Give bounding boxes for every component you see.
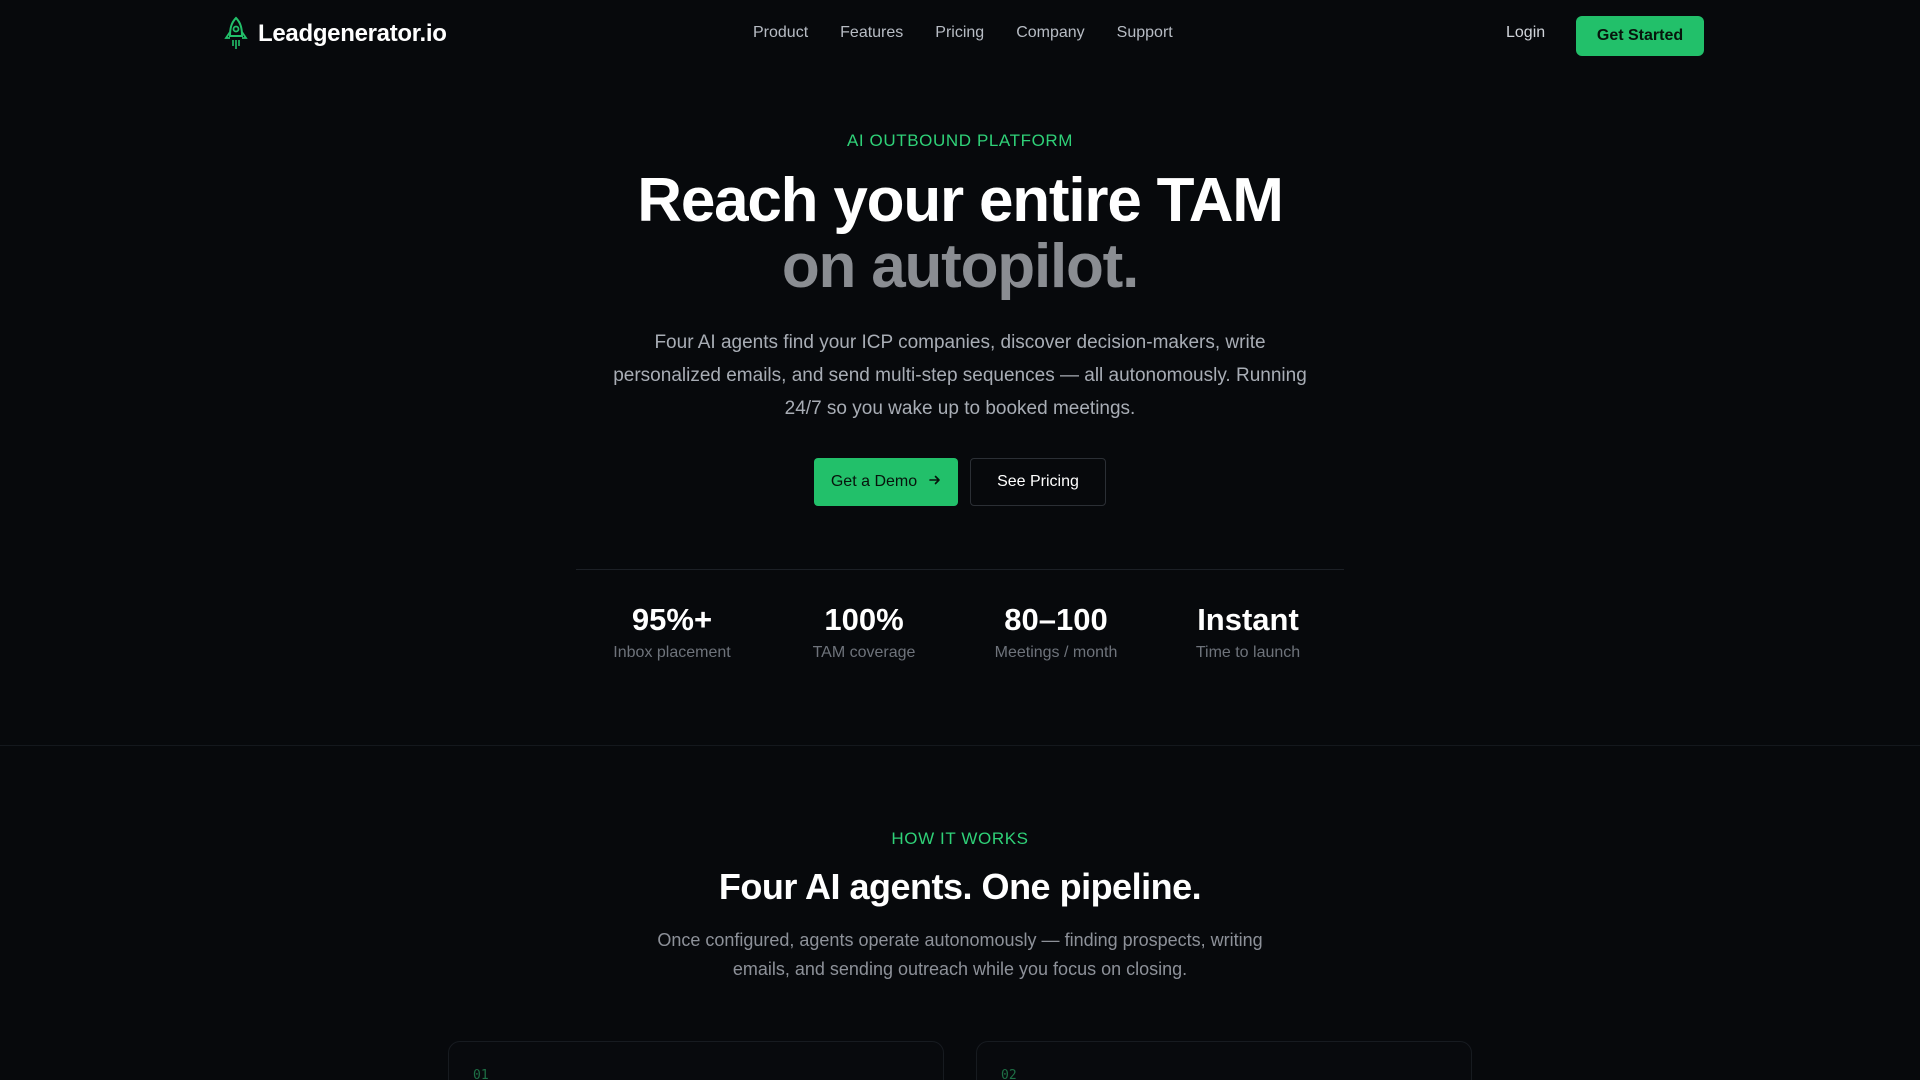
card-number: 01 — [473, 1068, 489, 1080]
stat-value: 95%+ — [631, 602, 713, 637]
hero-divider — [576, 569, 1344, 570]
nav-link-pricing[interactable]: Pricing — [935, 24, 984, 42]
stat-label: Meetings / month — [994, 644, 1118, 661]
get-demo-label: Get a Demo — [830, 473, 918, 490]
nav-links: Product Features Pricing Company Support — [753, 24, 1173, 42]
see-pricing-button[interactable]: See Pricing — [970, 458, 1106, 506]
rocket-icon — [222, 16, 250, 52]
hero-headline: Reach your entire TAM on autopilot. — [0, 168, 1920, 300]
top-nav: Leadgenerator.io Product Features Pricin… — [0, 0, 1920, 70]
stat-inbox-placement: 95%+ Inbox placement — [582, 598, 762, 662]
section-divider — [0, 745, 1920, 746]
login-link[interactable]: Login — [1506, 24, 1545, 42]
stat-label: Time to launch — [1195, 644, 1301, 661]
nav-link-support[interactable]: Support — [1117, 24, 1173, 42]
agent-card-2: 02 — [976, 1041, 1472, 1080]
brand-logo[interactable]: Leadgenerator.io — [222, 16, 447, 52]
stat-tam-coverage: 100% TAM coverage — [774, 598, 954, 662]
get-started-button[interactable]: Get Started — [1576, 16, 1704, 56]
stat-time-to-launch: Instant Time to launch — [1158, 598, 1338, 662]
arrow-right-icon — [929, 473, 941, 491]
hero-eyebrow: AI OUTBOUND PLATFORM — [846, 131, 1074, 150]
stat-value: 80–100 — [1004, 602, 1108, 637]
brand-name: Leadgenerator.io — [258, 20, 447, 47]
agent-card-1: 01 — [448, 1041, 944, 1080]
get-demo-button[interactable]: Get a Demo — [814, 458, 958, 506]
hero-cta-row: Get a Demo See Pricing — [814, 458, 1106, 506]
hero-headline-line2: on autopilot. — [781, 232, 1140, 301]
how-it-works-title: Four AI agents. One pipeline. — [718, 866, 1202, 907]
page: Leadgenerator.io Product Features Pricin… — [0, 0, 1920, 1080]
stat-meetings-month: 80–100 Meetings / month — [966, 598, 1146, 662]
card-number: 02 — [1001, 1068, 1017, 1080]
nav-link-product[interactable]: Product — [753, 24, 808, 42]
stats-row: 95%+ Inbox placement 100% TAM coverage 8… — [576, 598, 1344, 662]
hero-subtext: Four AI agents find your ICP companies, … — [613, 332, 1307, 419]
hero-headline-line1: Reach your entire TAM — [637, 166, 1284, 235]
stat-label: Inbox placement — [613, 644, 731, 661]
stat-label: TAM coverage — [812, 644, 916, 661]
how-it-works-subtext: Once configured, agents operate autonomo… — [657, 930, 1263, 979]
stat-value: 100% — [824, 602, 904, 637]
stat-value: Instant — [1197, 602, 1299, 637]
nav-link-features[interactable]: Features — [840, 24, 903, 42]
nav-link-company[interactable]: Company — [1016, 24, 1084, 42]
how-it-works-eyebrow: HOW IT WORKS — [891, 829, 1029, 848]
